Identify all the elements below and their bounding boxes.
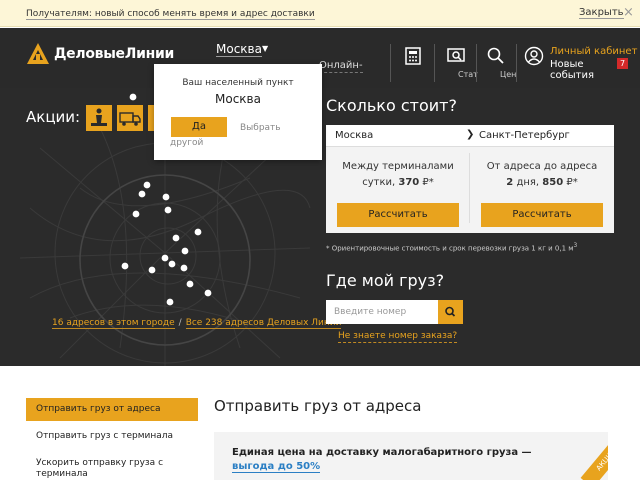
cabinet-link[interactable]: Личный кабинет — [550, 46, 637, 57]
tracking-search-button[interactable] — [438, 300, 463, 324]
city-selector[interactable]: Москва — [216, 42, 262, 57]
calculate-door-button[interactable]: Рассчитать — [481, 203, 603, 227]
events-link[interactable]: Новые события — [550, 59, 610, 81]
chevron-right-icon: ❯ — [466, 129, 475, 140]
calculator-title: Сколько стоит? — [326, 96, 457, 115]
local-addresses-link[interactable]: 16 адресов в этом городе — [52, 318, 175, 329]
unknown-order-link[interactable]: Не знаете номер заказа? — [338, 331, 458, 343]
promo-ribbon: АКЦИЯ — [580, 432, 608, 480]
user-icon[interactable] — [524, 46, 544, 66]
city-confirm-popup: Ваш населенный пункт Москва Выбрать друг… — [154, 64, 322, 160]
promo-title: Акции: — [26, 108, 81, 126]
prices-label[interactable]: Цен — [500, 70, 516, 79]
banner-link[interactable]: выгода до 50% — [232, 461, 321, 473]
nav-item-send-from-terminal[interactable]: Отправить груз с терминала — [26, 425, 198, 448]
estimate-heading: Между терминалами — [342, 161, 454, 172]
divider — [516, 44, 517, 82]
section-title: Отправить груз от адреса — [214, 397, 422, 415]
estimate-value: 2 дня, 850 ₽* — [506, 177, 578, 188]
notice-message[interactable]: Получателям: новый способ менять время и… — [26, 9, 315, 20]
calculate-terminal-button[interactable]: Рассчитать — [337, 203, 459, 227]
truck-icon — [119, 112, 141, 126]
route-bar[interactable]: Москва ❯ Санкт-Петербург — [326, 125, 614, 147]
popup-title: Ваш населенный пункт — [182, 78, 294, 88]
divider — [390, 44, 391, 82]
caret-down-icon[interactable]: ▼ — [262, 44, 268, 53]
tracking-title: Где мой груз? — [326, 271, 445, 290]
divider — [476, 44, 477, 82]
calculator-icon[interactable] — [403, 46, 423, 66]
status-label[interactable]: Стат — [458, 70, 478, 79]
online-link[interactable]: Онлайн- — [319, 60, 363, 73]
nav-item-send-from-address[interactable]: Отправить груз от адреса — [26, 398, 198, 421]
door-estimate: От адреса до адреса 2 дня, 850 ₽* — [470, 159, 614, 191]
calculator-panel: Москва ❯ Санкт-Петербург Между терминала… — [326, 125, 614, 233]
logo-icon — [27, 43, 49, 64]
divider — [434, 44, 435, 82]
promo-tile[interactable] — [86, 105, 112, 131]
search-icon — [445, 306, 456, 317]
confirm-city-button[interactable]: Да — [171, 117, 227, 137]
banner-text: Единая цена на доставку малогабаритного … — [232, 447, 532, 473]
logo-text: ДеловыеЛинии — [54, 46, 174, 62]
notice-bar: Получателям: новый способ менять время и… — [0, 0, 640, 27]
estimate-value: сутки, 370 ₽* — [362, 177, 434, 188]
calculator-footnote: * Ориентировочные стоимость и срок перев… — [326, 243, 578, 253]
services-nav: Отправить груз от адреса Отправить груз … — [26, 398, 198, 480]
popup-city: Москва — [215, 92, 261, 106]
notice-close-link[interactable]: Закрыть — [579, 7, 624, 19]
worker-icon — [91, 108, 107, 126]
route-from[interactable]: Москва — [335, 130, 373, 141]
events-count-badge: 7 — [617, 58, 628, 69]
all-addresses-link[interactable]: Все 238 адресов Деловых Линий — [185, 318, 342, 329]
logo[interactable]: ДеловыеЛинии — [26, 42, 176, 66]
promo-banner[interactable]: Единая цена на доставку малогабаритного … — [214, 432, 608, 480]
tracking-input[interactable] — [326, 300, 438, 324]
search-icon[interactable] — [486, 46, 506, 66]
status-icon[interactable] — [446, 46, 466, 66]
estimate-heading: От адреса до адреса — [486, 161, 598, 172]
nav-item-speed-up-terminal[interactable]: Ускорить отправку груза с терминала — [26, 452, 198, 480]
close-icon[interactable]: × — [623, 5, 634, 20]
route-to[interactable]: Санкт-Петербург — [479, 130, 570, 141]
promo-tile[interactable] — [117, 105, 143, 131]
address-links: 16 адресов в этом городе / Все 238 адресов… — [52, 318, 342, 329]
separator: / — [178, 318, 182, 328]
terminal-estimate: Между терминалами сутки, 370 ₽* — [326, 159, 470, 191]
